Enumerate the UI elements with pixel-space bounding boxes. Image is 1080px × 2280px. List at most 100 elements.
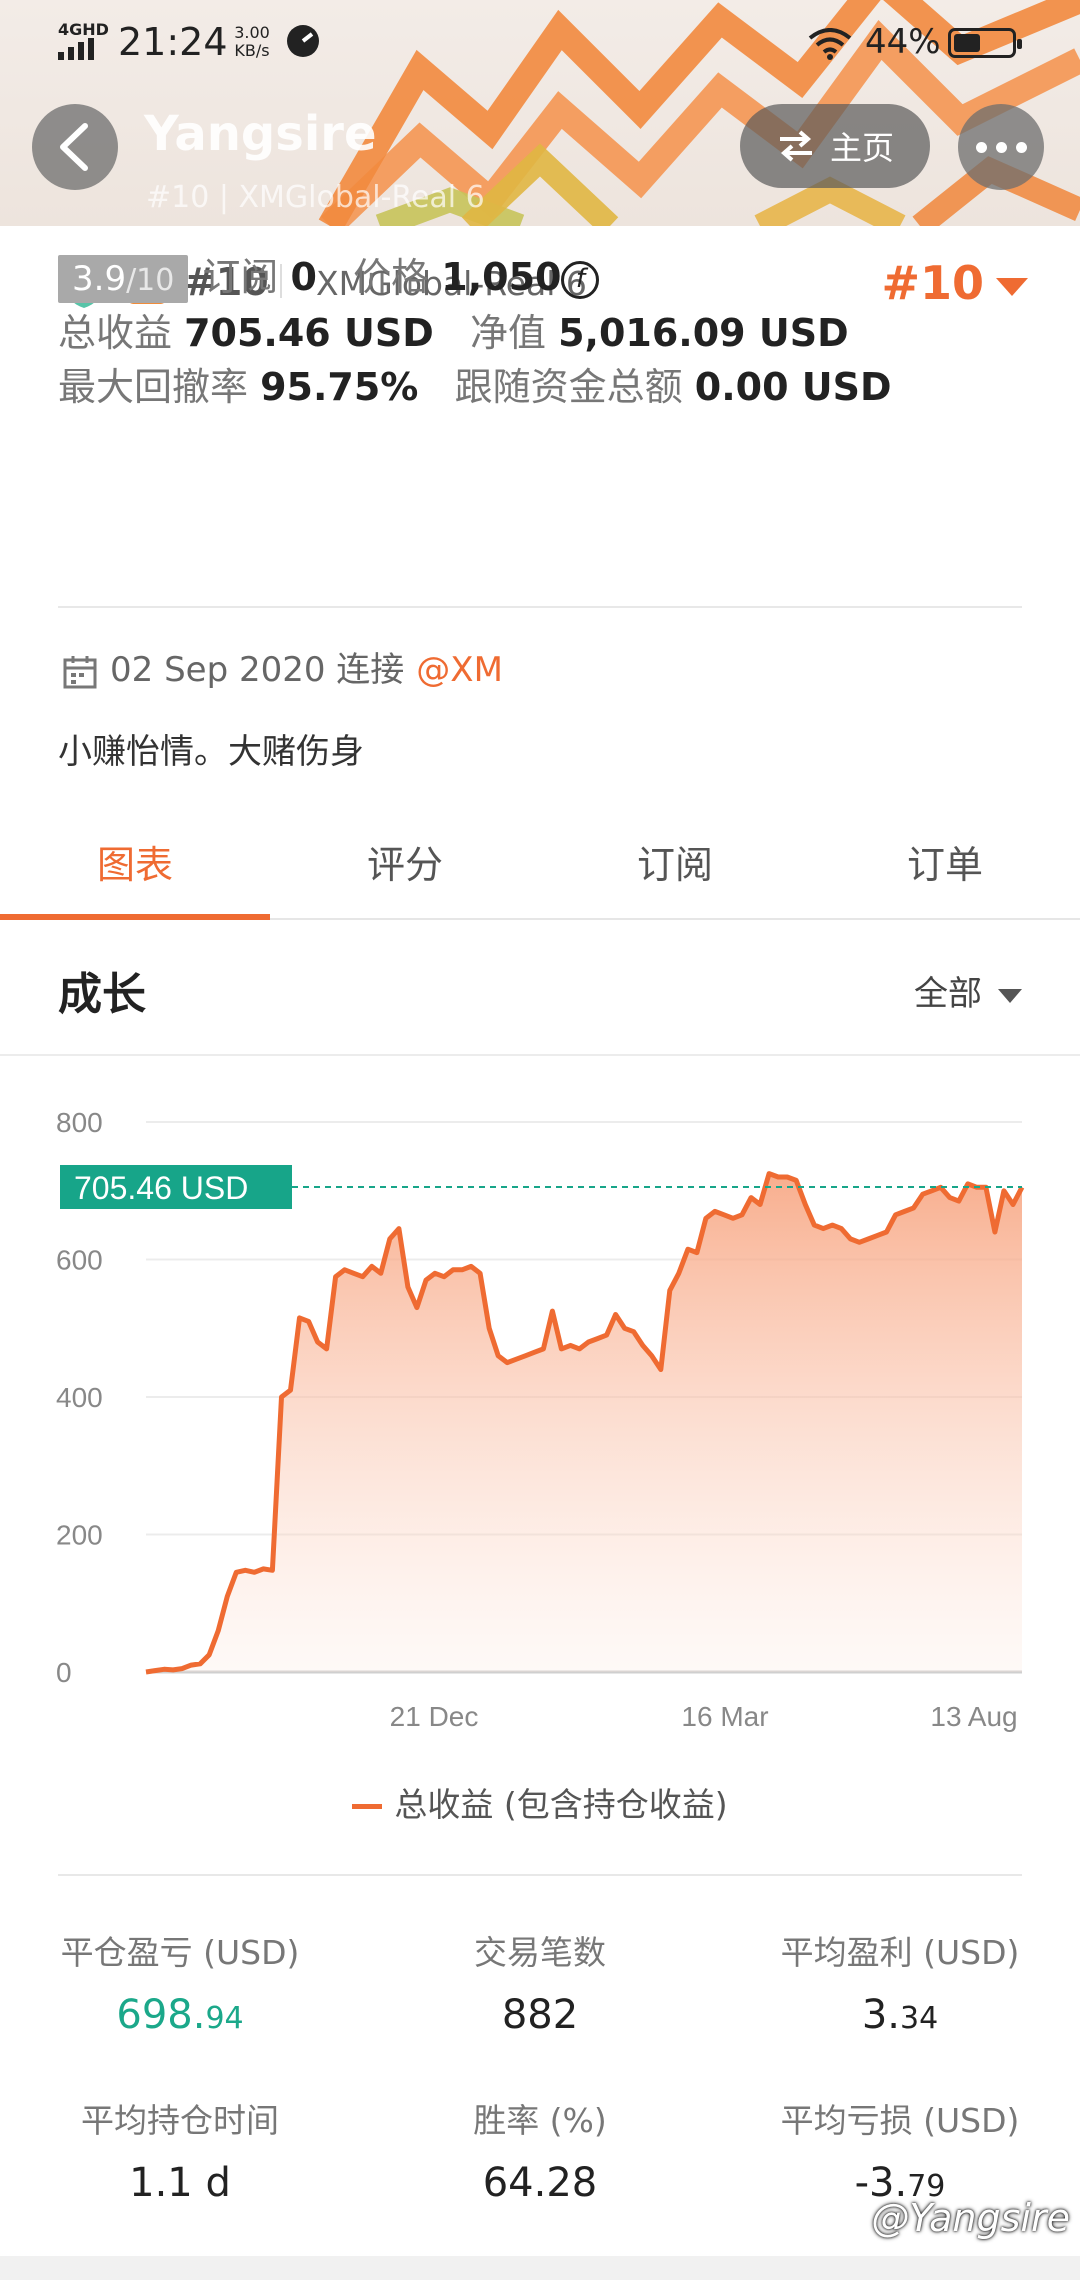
chart-legend: 总收益 (包含持仓收益) <box>0 1778 1080 1826</box>
metric-label: 平均持仓时间 <box>81 2101 279 2140</box>
total-profit-value: 705.46 USD <box>184 311 434 355</box>
speedometer-icon <box>287 25 319 57</box>
caret-down-icon <box>998 988 1022 1003</box>
metric-label: 平均亏损 (USD) <box>780 2101 1020 2140</box>
period-filter[interactable]: 全部 <box>914 966 1022 1015</box>
divider <box>58 1874 1022 1876</box>
x-axis-ticks: 21 Dec 16 Mar 13 Aug <box>390 1701 1018 1732</box>
divider <box>58 606 1022 608</box>
legend-label: 总收益 (包含持仓收益) <box>394 1785 728 1824</box>
more-dot-icon <box>1015 141 1027 153</box>
metric-value-int: 64.28 <box>482 2160 598 2206</box>
legend-swatch <box>352 1804 383 1809</box>
y-tick-label: 0 <box>56 1657 72 1688</box>
rank-dropdown-label: #10 <box>881 256 984 310</box>
chevron-left-icon <box>60 123 88 171</box>
trader-name: Yangsire <box>144 106 377 162</box>
drawdown-value: 95.75% <box>260 365 419 409</box>
metric-value-dec: 94 <box>205 2001 244 2036</box>
metric-avg-loss: 平均亏损 (USD) -3.79 <box>720 2094 1080 2206</box>
profit-line: 总收益 705.46 USD 净值 5,016.09 USD <box>58 302 849 357</box>
growth-chart[interactable]: 800 600 400 200 0 705.46 USD 21 Dec 16 Mar 13 … <box>0 1060 1080 1760</box>
tab-bar: 图表 评分 订阅 订单 <box>0 810 1080 920</box>
drawdown-line: 最大回撤率 95.75% 跟随资金总额 0.00 USD <box>58 356 892 411</box>
tab-subscribe[interactable]: 订阅 <box>540 810 810 918</box>
metric-value: 698.94 <box>0 1992 360 2038</box>
wifi-icon <box>808 28 852 60</box>
header-banner: 4GHD 21:24 3.00 KB/s 44% Yangsire #10 | … <box>0 0 1080 226</box>
subscribe-label: 订阅 <box>202 255 279 299</box>
connect-date: 02 Sep 2020 连接 <box>110 650 405 690</box>
metric-label: 平均盈利 (USD) <box>780 1933 1020 1972</box>
metric-label: 交易笔数 <box>474 1933 606 1972</box>
trader-bio: 小赚怡情。大赌伤身 <box>58 732 364 772</box>
x-tick-label: 16 Mar <box>681 1701 768 1732</box>
price-label: 价格 <box>353 255 430 299</box>
growth-section-header: 成长 全部 <box>0 922 1080 1056</box>
equity-value: 5,016.09 USD <box>558 311 849 355</box>
score-value: 3.9 <box>72 259 127 299</box>
coin-icon: f <box>561 260 600 299</box>
header-subtitle: #10 | XMGlobal-Real 6 <box>146 180 485 215</box>
metric-avg-profit: 平均盈利 (USD) 3.34 <box>720 1926 1080 2038</box>
swap-icon <box>779 130 812 162</box>
metric-value-int: 3. <box>861 1992 900 2038</box>
metric-value: 64.28 <box>360 2160 720 2206</box>
rank-dropdown[interactable]: #10 <box>881 256 1028 310</box>
price-value: 1,050 <box>441 255 562 299</box>
y-tick-label: 600 <box>56 1245 103 1276</box>
metric-value: 1.1 d <box>0 2160 360 2206</box>
bottom-bar <box>0 2256 1080 2280</box>
tab-chart[interactable]: 图表 <box>0 810 270 920</box>
follow-funds-value: 0.00 USD <box>694 365 892 409</box>
metric-trade-count: 交易笔数 882 <box>360 1926 720 2038</box>
y-tick-label: 400 <box>56 1382 103 1413</box>
metric-label: 胜率 (%) <box>473 2101 607 2140</box>
drawdown-label: 最大回撤率 <box>58 365 249 409</box>
back-button[interactable] <box>32 104 118 190</box>
y-tick-label: 800 <box>56 1107 103 1138</box>
section-title: 成长 <box>58 969 146 1020</box>
broker-link[interactable]: @XM <box>416 650 503 690</box>
metric-value-int: 882 <box>501 1992 579 2038</box>
metric-value: 882 <box>360 1992 720 2038</box>
equity-label: 净值 <box>470 311 547 355</box>
home-button[interactable]: 主页 <box>740 104 930 188</box>
current-value-label: 705.46 USD <box>74 1170 248 1206</box>
metric-value-dec: 34 <box>899 2001 939 2036</box>
metric-avg-hold: 平均持仓时间 1.1 d <box>0 2094 360 2206</box>
status-time: 21:24 <box>118 20 228 64</box>
metric-value-int: 1.1 d <box>129 2160 231 2206</box>
period-filter-label: 全部 <box>914 974 982 1014</box>
score-line: 3.9/10 订阅 0 价格 1,050 f <box>58 246 600 303</box>
subscribe-count: 0 <box>290 255 317 299</box>
more-button[interactable] <box>958 104 1044 190</box>
tab-rating[interactable]: 评分 <box>270 810 540 918</box>
network-speed: 3.00 KB/s <box>234 23 270 60</box>
series-area <box>146 1173 1022 1672</box>
follow-funds-label: 跟随资金总额 <box>454 365 683 409</box>
score-badge: 3.9/10 <box>58 255 189 303</box>
total-profit-label: 总收益 <box>58 311 173 355</box>
battery-icon <box>948 28 1022 58</box>
caret-down-icon <box>996 277 1028 296</box>
signal-icon <box>58 38 106 64</box>
connect-line: 02 Sep 2020 连接 @XM <box>62 642 503 691</box>
metric-label: 平仓盈亏 (USD) <box>60 1933 300 1972</box>
more-dot-icon <box>995 141 1007 153</box>
y-tick-label: 200 <box>56 1520 103 1551</box>
tab-orders[interactable]: 订单 <box>810 810 1080 918</box>
home-label: 主页 <box>829 129 894 167</box>
metric-value: 3.34 <box>720 1992 1080 2038</box>
more-dot-icon <box>975 141 987 153</box>
metric-win-rate: 胜率 (%) 64.28 <box>360 2094 720 2206</box>
network-type: 4GHD <box>58 20 109 39</box>
score-max: /10 <box>126 263 175 298</box>
battery-percent: 44% <box>865 22 941 62</box>
metric-value-int: 698. <box>116 1992 206 2038</box>
watermark: @Yangsire <box>871 2196 1070 2240</box>
x-tick-label: 21 Dec <box>390 1701 479 1732</box>
x-tick-label: 13 Aug <box>930 1701 1017 1732</box>
calendar-icon <box>63 655 97 688</box>
metric-closed-pnl: 平仓盈亏 (USD) 698.94 <box>0 1926 360 2038</box>
